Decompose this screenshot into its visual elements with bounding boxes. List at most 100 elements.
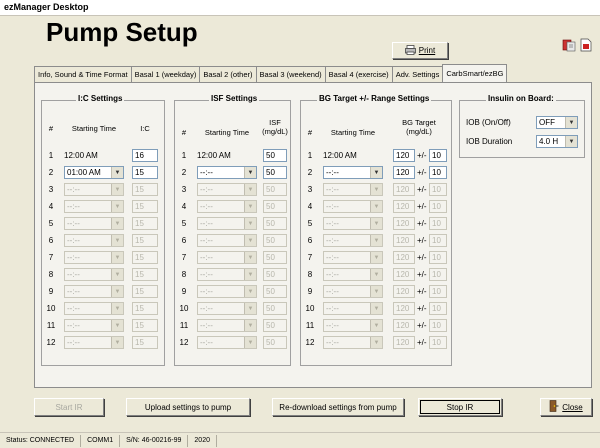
tab-3[interactable]: Basal 3 (weekend) [255,66,325,82]
isf-value-field[interactable]: 50 [263,268,287,281]
isf-time-select[interactable]: --:-- ▼ [197,336,257,349]
bg-target-field[interactable]: 120 [393,285,415,298]
ic-time-select[interactable]: --:-- ▼ [64,319,124,332]
bg-target-field[interactable]: 120 [393,336,415,349]
ic-time-select[interactable]: --:-- ▼ [64,268,124,281]
bg-range-field[interactable]: 10 [429,183,447,196]
start-ir-button[interactable]: Start IR [34,398,104,416]
isf-value-field[interactable]: 50 [263,183,287,196]
bg-time-select[interactable]: --:-- ▼ [323,336,383,349]
bg-target-field[interactable]: 120 [393,217,415,230]
bg-target-field[interactable]: 120 [393,251,415,264]
tab-4[interactable]: Basal 4 (exercise) [324,66,392,82]
iob-onoff-select[interactable]: OFF ▼ [536,116,578,129]
isf-time-select[interactable]: --:-- ▼ [197,302,257,315]
ic-time-select[interactable]: --:-- ▼ [64,251,124,264]
isf-time-select[interactable]: --:-- ▼ [197,200,257,213]
isf-time-select[interactable]: --:-- ▼ [197,217,257,230]
isf-time-select[interactable]: --:-- ▼ [197,268,257,281]
bg-time-select[interactable]: --:-- ▼ [323,183,383,196]
isf-time-select[interactable]: --:-- ▼ [197,183,257,196]
isf-time-select[interactable]: --:-- ▼ [197,166,257,179]
iob-duration-select[interactable]: 4.0 H ▼ [536,135,578,148]
plus-minus-label: +/- [417,151,427,160]
bg-target-field[interactable]: 120 [393,149,415,162]
isf-value-field[interactable]: 50 [263,302,287,315]
stop-ir-button[interactable]: Stop IR [418,398,502,416]
bg-time-select[interactable]: --:-- ▼ [323,251,383,264]
ic-time-select[interactable]: --:-- ▼ [64,217,124,230]
upload-settings-button[interactable]: Upload settings to pump [126,398,250,416]
export-icon[interactable] [562,38,578,54]
bg-range-field[interactable]: 10 [429,200,447,213]
bg-time-select[interactable]: --:-- ▼ [323,166,383,179]
bg-time-select[interactable]: --:-- ▼ [323,234,383,247]
ic-ratio-field[interactable]: 15 [132,183,158,196]
isf-time-select[interactable]: --:-- ▼ [197,319,257,332]
print-button[interactable]: Print [392,42,448,59]
ic-ratio-field[interactable]: 15 [132,285,158,298]
bg-time-select[interactable]: --:-- ▼ [323,319,383,332]
ic-ratio-field[interactable]: 15 [132,200,158,213]
isf-value-field[interactable]: 50 [263,217,287,230]
redownload-settings-button[interactable]: Re-download settings from pump [272,398,404,416]
tab-1[interactable]: Basal 1 (weekday) [130,66,200,82]
ic-ratio-field[interactable]: 15 [132,319,158,332]
ic-ratio-field[interactable]: 15 [132,217,158,230]
bg-time-select[interactable]: --:-- ▼ [323,200,383,213]
isf-value-field[interactable]: 50 [263,149,287,162]
bg-time-select[interactable]: --:-- ▼ [323,268,383,281]
ic-ratio-field[interactable]: 15 [132,234,158,247]
bg-target-field[interactable]: 120 [393,183,415,196]
ic-ratio-field[interactable]: 15 [132,251,158,264]
ic-time-select[interactable]: --:-- ▼ [64,183,124,196]
isf-time-select[interactable]: --:-- ▼ [197,234,257,247]
ic-ratio-field[interactable]: 15 [132,336,158,349]
bg-range-field[interactable]: 10 [429,217,447,230]
bg-range-field[interactable]: 10 [429,285,447,298]
bg-range-field[interactable]: 10 [429,319,447,332]
ic-ratio-field[interactable]: 15 [132,268,158,281]
ic-ratio-field[interactable]: 15 [132,302,158,315]
isf-time-select[interactable]: --:-- ▼ [197,285,257,298]
close-button[interactable]: Close [540,398,592,416]
bg-range-field[interactable]: 10 [429,234,447,247]
bg-range-field[interactable]: 10 [429,302,447,315]
bg-time-select[interactable]: --:-- ▼ [323,217,383,230]
ic-time-select[interactable]: --:-- ▼ [64,336,124,349]
bg-range-field[interactable]: 10 [429,251,447,264]
bg-range-field[interactable]: 10 [429,336,447,349]
ic-time-select[interactable]: 01:00 AM ▼ [64,166,124,179]
tab-2[interactable]: Basal 2 (other) [199,66,256,82]
bg-range-field[interactable]: 10 [429,149,447,162]
isf-value-field[interactable]: 50 [263,319,287,332]
bg-range-field[interactable]: 10 [429,268,447,281]
tab-5[interactable]: Adv. Settings [391,66,443,82]
bg-range-field[interactable]: 10 [429,166,447,179]
ic-ratio-field[interactable]: 15 [132,166,158,179]
isf-value-field[interactable]: 50 [263,234,287,247]
bg-time-select[interactable]: --:-- ▼ [323,302,383,315]
isf-value-field[interactable]: 50 [263,285,287,298]
bg-target-field[interactable]: 120 [393,319,415,332]
isf-time-select[interactable]: --:-- ▼ [197,251,257,264]
bg-target-field[interactable]: 120 [393,268,415,281]
isf-value-field[interactable]: 50 [263,251,287,264]
bg-time-select[interactable]: --:-- ▼ [323,285,383,298]
bg-target-field[interactable]: 120 [393,200,415,213]
tab-6[interactable]: CarbSmart/ezBG [442,64,508,82]
ic-time-select[interactable]: --:-- ▼ [64,302,124,315]
document-icon[interactable] [580,38,596,54]
tab-0[interactable]: Info, Sound & Time Format [34,66,131,82]
isf-value-field[interactable]: 50 [263,336,287,349]
ic-time-select[interactable]: --:-- ▼ [64,200,124,213]
isf-value-field[interactable]: 50 [263,200,287,213]
ic-time-select[interactable]: --:-- ▼ [64,285,124,298]
bg-target-field[interactable]: 120 [393,302,415,315]
chevron-down-icon: ▼ [111,201,123,212]
ic-time-select[interactable]: --:-- ▼ [64,234,124,247]
isf-value-field[interactable]: 50 [263,166,287,179]
bg-target-field[interactable]: 120 [393,166,415,179]
ic-ratio-field[interactable]: 16 [132,149,158,162]
bg-target-field[interactable]: 120 [393,234,415,247]
